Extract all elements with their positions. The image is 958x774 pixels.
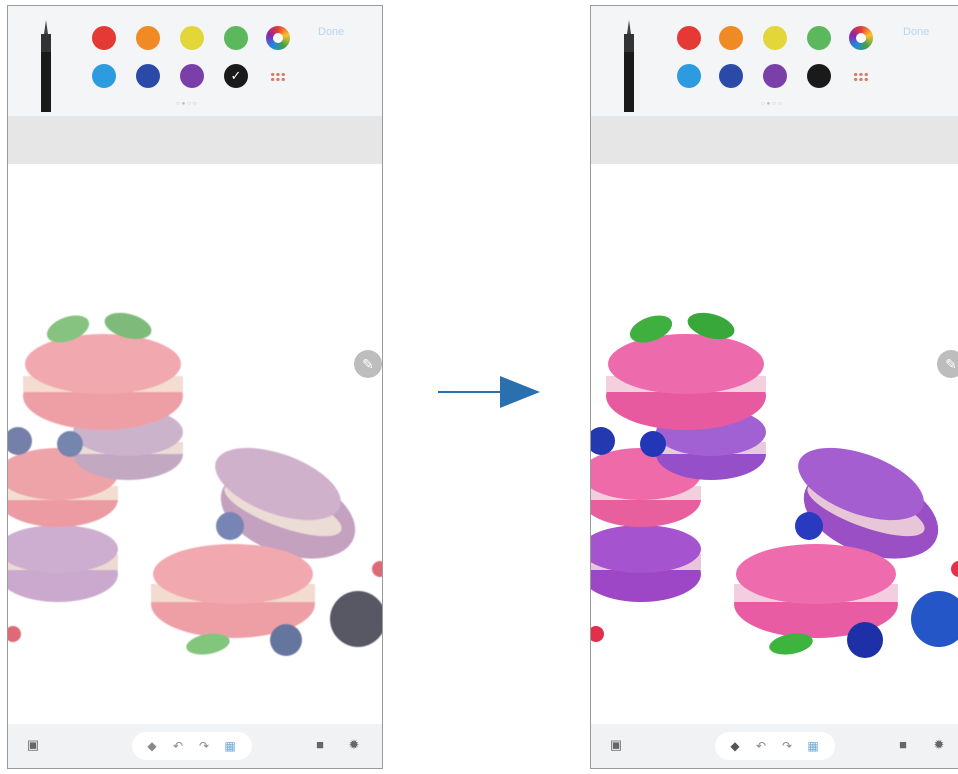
color-swatch-red[interactable] <box>92 26 116 50</box>
image-icon[interactable]: ▦ <box>805 738 821 754</box>
folder-icon[interactable]: ■ <box>895 737 911 753</box>
color-wheel-icon[interactable] <box>266 26 290 50</box>
color-swatch-blue[interactable] <box>719 64 743 88</box>
color-swatch-light-blue[interactable] <box>677 64 701 88</box>
color-wheel-icon[interactable] <box>849 26 873 50</box>
done-button[interactable]: Done <box>903 26 929 38</box>
edit-fab-icon[interactable]: ✎ <box>354 350 382 378</box>
image-icon[interactable]: ▦ <box>222 738 238 754</box>
transition-arrow-icon <box>438 376 540 408</box>
pen-icon[interactable] <box>38 20 54 112</box>
macarons-image <box>8 312 382 656</box>
tool-pill: ◆ ↶ ↷ ▦ <box>715 732 835 760</box>
color-swatch-orange[interactable] <box>136 26 160 50</box>
drawing-canvas[interactable]: ✎ <box>8 164 382 724</box>
settings-icon[interactable]: ✹ <box>346 737 362 753</box>
drawing-canvas[interactable]: ✎ <box>591 164 958 724</box>
eraser-icon[interactable]: ◆ <box>727 738 743 754</box>
macarons-colored-image <box>591 312 958 658</box>
more-colors-icon[interactable] <box>853 72 869 82</box>
color-swatch-black[interactable] <box>807 64 831 88</box>
eraser-icon[interactable]: ◆ <box>144 738 160 754</box>
pen-icon[interactable] <box>621 20 637 112</box>
more-colors-icon[interactable] <box>270 72 286 82</box>
palette-page-indicator: ○●○○ <box>761 101 784 107</box>
color-swatch-purple[interactable] <box>763 64 787 88</box>
color-swatch-black-selected[interactable] <box>224 64 248 88</box>
settings-icon[interactable]: ✹ <box>931 737 947 753</box>
color-swatch-blue[interactable] <box>136 64 160 88</box>
color-swatch-orange[interactable] <box>719 26 743 50</box>
color-swatch-red[interactable] <box>677 26 701 50</box>
color-swatch-light-blue[interactable] <box>92 64 116 88</box>
folder-icon[interactable]: ■ <box>312 737 328 753</box>
bottom-toolbar: ▣ ◆ ↶ ↷ ▦ ■ ✹ <box>591 724 958 768</box>
undo-icon[interactable]: ↶ <box>753 738 769 754</box>
pen-palette: Done ○●○○ <box>591 6 958 116</box>
redo-icon[interactable]: ↷ <box>779 738 795 754</box>
gallery-icon[interactable]: ▣ <box>25 737 41 753</box>
color-swatch-purple[interactable] <box>180 64 204 88</box>
toolbar-strip <box>8 116 382 164</box>
color-swatch-yellow[interactable] <box>763 26 787 50</box>
screen-before: Done ○●○○ <box>7 5 383 769</box>
toolbar-strip <box>591 116 958 164</box>
tool-pill: ◆ ↶ ↷ ▦ <box>132 732 252 760</box>
color-swatch-green[interactable] <box>224 26 248 50</box>
pen-palette: Done ○●○○ <box>8 6 382 116</box>
color-swatch-green[interactable] <box>807 26 831 50</box>
undo-icon[interactable]: ↶ <box>170 738 186 754</box>
palette-page-indicator: ○●○○ <box>176 101 199 107</box>
done-button[interactable]: Done <box>318 26 344 38</box>
bottom-toolbar: ▣ ◆ ↶ ↷ ▦ ■ ✹ <box>8 724 382 768</box>
screen-after: Done ○●○○ ✎ ▣ ◆ ↶ ↷ ▦ ■ ✹ <box>590 5 958 769</box>
edit-fab-icon[interactable]: ✎ <box>937 350 958 378</box>
gallery-icon[interactable]: ▣ <box>608 737 624 753</box>
redo-icon[interactable]: ↷ <box>196 738 212 754</box>
color-swatch-yellow[interactable] <box>180 26 204 50</box>
